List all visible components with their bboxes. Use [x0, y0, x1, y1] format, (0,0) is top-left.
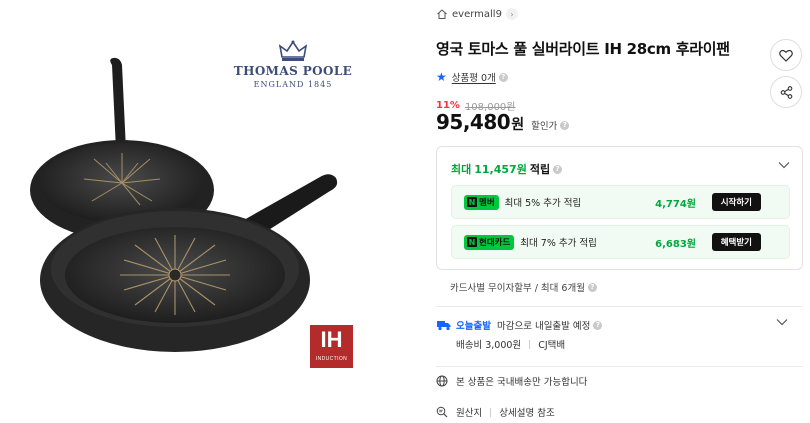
- bonus-amount: 6,683원: [655, 238, 696, 250]
- origin-value: 상세설명 참조: [499, 408, 555, 419]
- installment-info[interactable]: 카드사별 무이자할부 / 최대 6개월 ?: [450, 280, 597, 294]
- points-max-amount: 11,457원: [474, 163, 527, 176]
- induction-label: INDUCTION: [315, 356, 348, 362]
- info-icon[interactable]: ?: [498, 72, 508, 82]
- truck-icon: [437, 321, 451, 331]
- chevron-down-icon[interactable]: [778, 161, 790, 169]
- heart-icon: [779, 49, 793, 62]
- badge-label: 현대카드: [479, 238, 511, 248]
- shipping-fee-row: 배송비 3,000원 CJ택배: [456, 337, 565, 351]
- rating-row[interactable]: ★ 상품평 0개 ?: [436, 70, 508, 84]
- courier-name: CJ택배: [538, 340, 566, 351]
- star-icon: ★: [436, 70, 447, 84]
- card-bonus-row: N 현대카드 최대 7% 추가 적립 6,683원 혜택받기: [451, 225, 790, 259]
- membership-badge: N 멤버: [464, 194, 499, 210]
- separator: [529, 339, 531, 349]
- store-name: evermall9: [452, 8, 502, 20]
- info-icon[interactable]: ?: [560, 120, 570, 130]
- separator: [490, 407, 492, 417]
- today-shipping-label: 오늘출발: [456, 321, 491, 332]
- points-card: 최대 11,457원 적립 ? N 멤버 최대 5% 추가 적립 4,774원 …: [436, 146, 803, 270]
- divider: [436, 306, 803, 307]
- price-unit: 원: [511, 117, 525, 133]
- info-icon[interactable]: ?: [553, 164, 563, 174]
- badge-label: 멤버: [479, 198, 495, 208]
- bonus-amount: 4,774원: [655, 198, 696, 210]
- domestic-notice: 본 상품은 국내배송만 가능합니다: [456, 377, 588, 388]
- share-button[interactable]: [770, 76, 802, 108]
- origin-label: 원산지: [456, 408, 483, 419]
- discount-label-text: 할인가: [531, 121, 558, 132]
- origin-row: 원산지 상세설명 참조: [436, 405, 555, 419]
- product-title: 영국 토마스 풀 실버라이트 IH 28cm 후라이팬: [436, 40, 730, 58]
- info-icon[interactable]: ?: [587, 282, 597, 292]
- shipping-fee: 배송비 3,000원: [456, 340, 522, 351]
- globe-icon: [436, 375, 448, 387]
- chevron-right-icon: ›: [505, 8, 518, 20]
- domestic-notice-row: 본 상품은 국내배송만 가능합니다: [436, 374, 587, 388]
- membership-bonus-row: N 멤버 최대 5% 추가 적립 4,774원 시작하기: [451, 185, 790, 219]
- price-row: 95,480 원 할인가 ?: [436, 110, 570, 134]
- home-icon: [437, 9, 447, 19]
- share-icon: [780, 85, 792, 99]
- points-suffix: 적립: [529, 163, 551, 176]
- points-header[interactable]: 최대 11,457원 적립 ?: [451, 161, 563, 177]
- points-prefix: 최대: [451, 163, 472, 176]
- ih-badge-text: IH: [320, 327, 343, 352]
- n-logo-icon: N: [467, 197, 477, 207]
- review-count-link[interactable]: 상품평 0개: [452, 70, 496, 84]
- shipping-row[interactable]: 오늘출발 마감으로 내일출발 예정 ?: [436, 318, 603, 332]
- discount-price-label: 할인가 ?: [531, 118, 570, 132]
- shipping-schedule: 마감으로 내일출발 예정: [496, 321, 591, 332]
- start-membership-button[interactable]: 시작하기: [711, 193, 761, 211]
- store-link[interactable]: evermall9 ›: [436, 6, 518, 22]
- installment-text: 카드사별 무이자할부 / 최대 6개월: [450, 283, 585, 294]
- frying-pans-illustration: [30, 57, 338, 352]
- wishlist-button[interactable]: [770, 39, 802, 71]
- bonus-description: 최대 5% 추가 적립: [504, 198, 582, 209]
- sale-price: 95,480: [436, 110, 511, 134]
- get-benefit-button[interactable]: 혜택받기: [711, 233, 761, 251]
- ih-induction-badge: IH INDUCTION: [310, 325, 353, 368]
- n-logo-icon: N: [467, 237, 477, 247]
- info-icon[interactable]: ?: [593, 320, 603, 330]
- divider: [436, 366, 803, 367]
- chevron-down-icon[interactable]: [776, 318, 788, 326]
- product-image[interactable]: THOMAS POOLE ENGLAND 1845 IH INDUCTION: [0, 0, 420, 423]
- search-doc-icon: [436, 406, 448, 418]
- bonus-description: 최대 7% 추가 적립: [520, 238, 597, 249]
- product-info-panel: evermall9 › 영국 토마스 풀 실버라이트 IH 28cm 후라이팬 …: [436, 0, 810, 423]
- card-badge: N 현대카드: [464, 234, 515, 250]
